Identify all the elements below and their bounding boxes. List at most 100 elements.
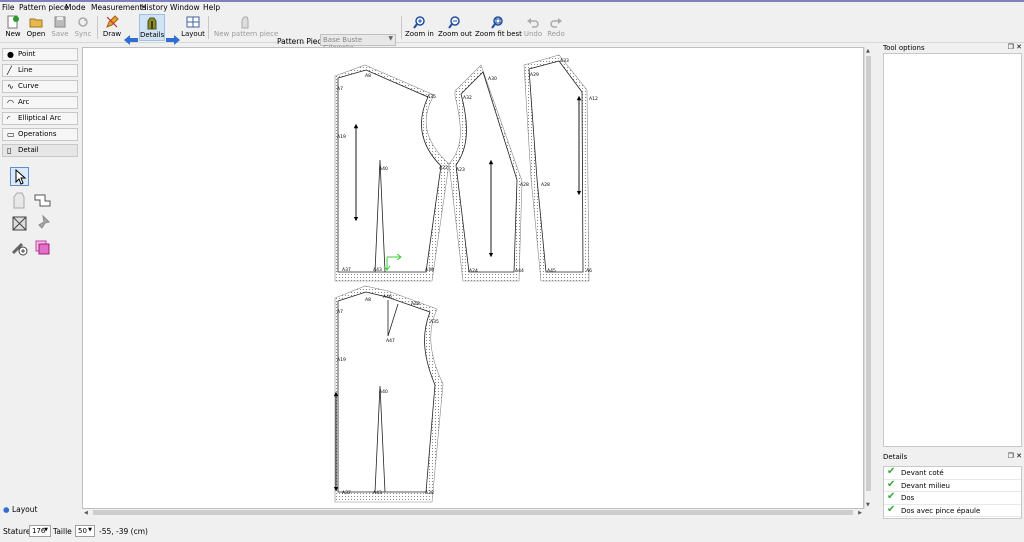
checkmark-icon[interactable]: ✔ bbox=[887, 491, 895, 503]
zoom-out-icon bbox=[448, 16, 460, 29]
vertical-scrollbar[interactable]: ▲ ▼ bbox=[864, 47, 872, 509]
point-label: A24 bbox=[469, 268, 478, 274]
detail-item[interactable]: ✔ Devant milieu bbox=[884, 479, 1021, 492]
insert-node-tool[interactable] bbox=[10, 238, 29, 257]
point-label: A35 bbox=[427, 94, 436, 100]
tool-group-operations[interactable]: ▭ Operations bbox=[2, 128, 78, 141]
details-icon bbox=[147, 17, 157, 30]
drawing-canvas[interactable]: A7 A8 A35 A19 A40 A22 A37 A43 A38 A30 A3… bbox=[82, 47, 864, 509]
union-tool[interactable] bbox=[33, 191, 52, 210]
pattern-piece-devant-cote[interactable]: A7 A8 A35 A19 A40 A22 A37 A43 A38 bbox=[334, 64, 450, 282]
stature-select[interactable]: 176 ▼ bbox=[29, 525, 51, 537]
open-button[interactable]: Open bbox=[25, 14, 47, 41]
layout-icon: ● bbox=[3, 505, 10, 514]
piece-path-tool[interactable] bbox=[10, 214, 29, 233]
menu-mode[interactable]: Mode bbox=[65, 3, 85, 12]
point-label: A23 bbox=[456, 167, 465, 173]
point-label: A32 bbox=[463, 95, 472, 101]
redo-button[interactable]: Redo bbox=[546, 14, 566, 41]
elliptical-arc-icon: ◜ bbox=[7, 114, 11, 123]
menu-help[interactable]: Help bbox=[203, 3, 220, 12]
undo-button[interactable]: Undo bbox=[523, 14, 543, 41]
detail-item[interactable]: ✔ Dos bbox=[884, 491, 1021, 505]
menu-measurements[interactable]: Measurements bbox=[91, 3, 146, 12]
zoom-in-button[interactable]: Zoom in bbox=[405, 14, 434, 41]
checkmark-icon[interactable]: ✔ bbox=[887, 466, 895, 478]
size-select[interactable]: 50 ▼ bbox=[75, 525, 95, 537]
detail-item[interactable]: ✔ Dos avec pince épaule bbox=[884, 504, 1021, 517]
tool-group-detail[interactable]: ▯ Detail bbox=[2, 144, 78, 157]
undo-icon bbox=[527, 18, 539, 28]
checkmark-icon[interactable]: ✔ bbox=[887, 479, 895, 491]
details-list: ✔ Devant coté ✔ Devant milieu ✔ Dos ✔ Dos av… bbox=[883, 466, 1022, 519]
point-label: A33 bbox=[560, 58, 569, 64]
zoom-in-icon bbox=[413, 16, 425, 29]
point-label: A29 bbox=[530, 72, 539, 78]
point-label: A43 bbox=[373, 490, 382, 496]
vertical-scroll-thumb[interactable] bbox=[866, 56, 871, 491]
point-label: A37 bbox=[342, 267, 351, 273]
cursor-arrow-icon bbox=[15, 168, 27, 185]
piece-path-icon bbox=[12, 216, 27, 231]
close-icon[interactable]: ✕ bbox=[1016, 452, 1022, 460]
new-pattern-piece-button[interactable]: New pattern piece bbox=[214, 14, 278, 41]
layout-tab-button[interactable]: ● Layout bbox=[3, 505, 63, 518]
point-label: A8 bbox=[365, 73, 371, 79]
chevron-down-icon: ▼ bbox=[88, 527, 92, 533]
scroll-down-icon[interactable]: ▼ bbox=[866, 502, 870, 508]
draw-mode-button[interactable]: Draw bbox=[101, 14, 123, 41]
pencil-icon bbox=[106, 15, 119, 28]
menu-window[interactable]: Window bbox=[170, 3, 200, 12]
pattern-piece-dos[interactable]: A29 A33 A12 A28 A45 A6 bbox=[523, 54, 598, 282]
point-label: A22 bbox=[439, 165, 448, 171]
tool-group-line[interactable]: ╱ Line bbox=[2, 64, 78, 77]
chevron-down-icon: ▼ bbox=[388, 35, 393, 42]
sync-button[interactable]: Sync bbox=[73, 14, 93, 41]
pin-icon bbox=[38, 214, 50, 229]
new-detail-tool[interactable] bbox=[10, 191, 29, 210]
horizontal-scroll-thumb[interactable] bbox=[93, 510, 853, 515]
checkmark-icon[interactable]: ✔ bbox=[887, 504, 895, 516]
tool-options-panel bbox=[883, 53, 1022, 447]
pattern-piece-devant-milieu[interactable]: A30 A32 A23 A28 A24 A44 bbox=[448, 64, 529, 282]
duplicate-detail-tool[interactable] bbox=[33, 238, 52, 257]
layout-mode-button[interactable]: Layout bbox=[181, 14, 205, 41]
arc-icon: ◠ bbox=[7, 98, 14, 107]
detail-item[interactable]: ✔ Devant coté bbox=[884, 466, 1021, 480]
pointer-tool[interactable] bbox=[10, 167, 29, 186]
new-button[interactable]: New bbox=[3, 14, 23, 41]
main-toolbar: New Open Save Sync Draw Details Layout N… bbox=[0, 13, 1024, 52]
menu-pattern-piece[interactable]: Pattern piece bbox=[19, 3, 69, 12]
close-icon[interactable]: ✕ bbox=[1016, 43, 1022, 51]
arrow-right-icon bbox=[166, 35, 180, 45]
pattern-piece-select[interactable]: Base Buste Gilewska ▼ bbox=[320, 34, 396, 52]
details-title: Details bbox=[883, 453, 908, 461]
horizontal-scrollbar[interactable]: ◀ ▶ bbox=[82, 509, 864, 517]
menu-history[interactable]: History bbox=[141, 3, 168, 12]
scroll-up-icon[interactable]: ▲ bbox=[866, 48, 870, 54]
pin-tool[interactable] bbox=[33, 214, 52, 233]
tool-options-title: Tool options bbox=[883, 44, 925, 52]
scroll-left-icon[interactable]: ◀ bbox=[84, 510, 88, 516]
point-label: A47 bbox=[386, 338, 395, 344]
float-icon[interactable]: ❐ bbox=[1008, 452, 1014, 460]
pattern-piece-icon bbox=[241, 16, 249, 29]
float-icon[interactable]: ❐ bbox=[1008, 43, 1014, 51]
save-button[interactable]: Save bbox=[49, 14, 71, 41]
redo-icon bbox=[550, 18, 562, 28]
point-label: A28 bbox=[520, 182, 529, 188]
tool-group-point[interactable]: ● Point bbox=[2, 48, 78, 61]
zoom-out-button[interactable]: Zoom out bbox=[438, 14, 472, 41]
tool-group-arc[interactable]: ◠ Arc bbox=[2, 96, 78, 109]
tool-group-elliptical-arc[interactable]: ◜ Elliptical Arc bbox=[2, 112, 78, 125]
point-label: A6 bbox=[586, 268, 592, 274]
point-label: A43 bbox=[373, 267, 382, 273]
details-mode-button[interactable]: Details bbox=[139, 14, 165, 41]
zoom-fit-icon bbox=[491, 16, 503, 29]
menu-file[interactable]: File bbox=[2, 3, 15, 12]
pattern-piece-dos-avec-pince-epaule[interactable]: A7 A8 A46 A48 A35 A47 A19 A40 A37 A43 A3… bbox=[333, 285, 444, 503]
zoom-fit-best-button[interactable]: Zoom fit best bbox=[475, 14, 522, 41]
scroll-right-icon[interactable]: ▶ bbox=[858, 510, 862, 516]
new-detail-icon bbox=[13, 192, 25, 209]
tool-group-curve[interactable]: ∿ Curve bbox=[2, 80, 78, 93]
